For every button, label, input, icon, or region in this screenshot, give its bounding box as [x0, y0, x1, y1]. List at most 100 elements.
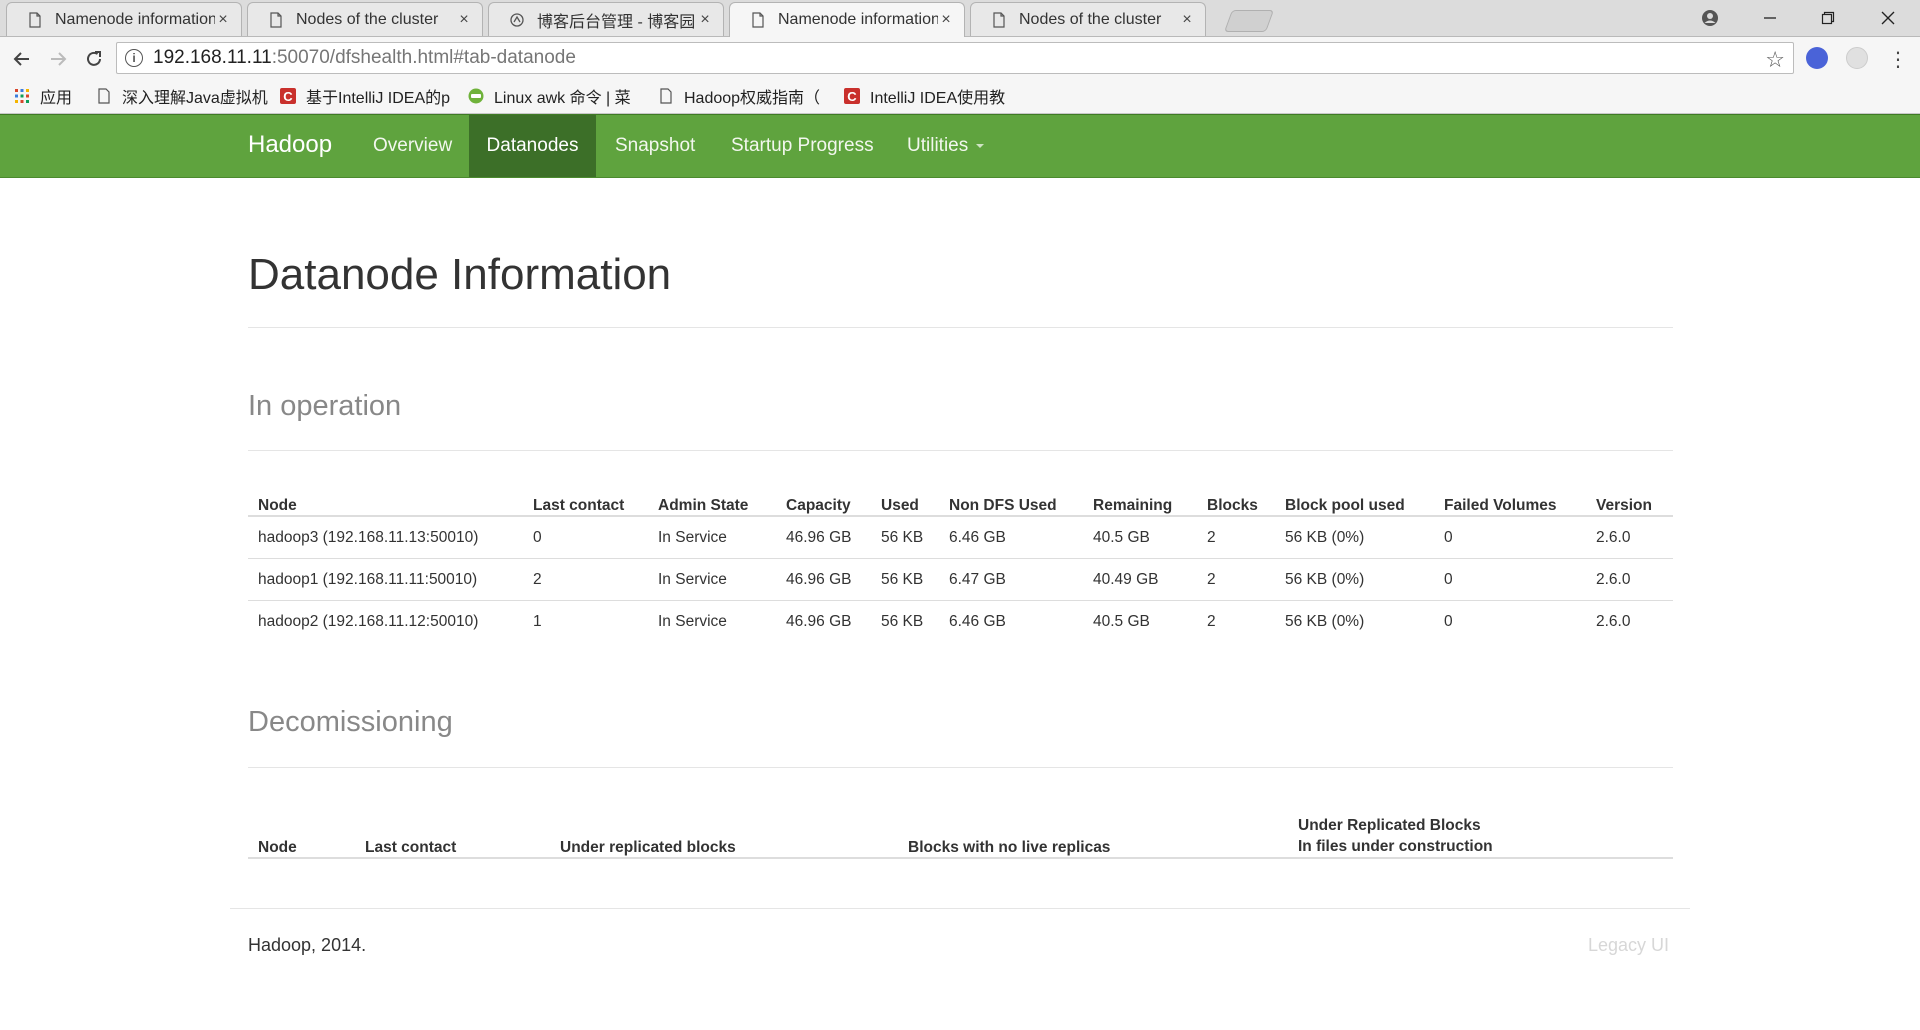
legacy-ui-link[interactable]: Legacy UI [1588, 935, 1669, 956]
forward-icon[interactable] [44, 45, 72, 73]
url-host: 192.168.11.11 [153, 47, 272, 68]
cell-used: 56 KB [871, 558, 939, 601]
page-icon [29, 11, 41, 28]
bookmark-intellij[interactable]: C 基于IntelliJ IDEA的p [280, 85, 452, 107]
column-header: Node [248, 798, 355, 859]
menu-icon[interactable]: ⋮ [1884, 45, 1912, 73]
csdn-icon: C [280, 88, 296, 104]
column-header: Blocks [1197, 480, 1275, 517]
column-header: Blocks with no live replicas [898, 798, 1288, 859]
in-operation-table: Node Last contact Admin State Capacity U… [248, 480, 1673, 642]
tab-title: Namenode information [55, 10, 215, 28]
divider [248, 327, 1673, 328]
column-header-line: In files under construction [1298, 838, 1493, 855]
cell-version: 2.6.0 [1586, 600, 1673, 642]
browser-toolbar: i 192.168.11.11:50070/dfshealth.html#tab… [0, 37, 1920, 79]
browser-tab-2[interactable]: Nodes of the cluster × [247, 2, 483, 36]
site-info-icon[interactable]: i [125, 49, 143, 67]
cell-admin-state: In Service [648, 600, 776, 642]
restore-icon[interactable] [1808, 4, 1848, 32]
nav-snapshot[interactable]: Snapshot [596, 115, 714, 177]
cell-node: hadoop2 (192.168.11.12:50010) [248, 600, 523, 642]
column-header: Last contact [523, 480, 648, 517]
tab-title: Nodes of the cluster [1019, 10, 1162, 28]
apps-grid-icon [15, 89, 29, 103]
cell-blocks: 2 [1197, 600, 1275, 642]
tab-title: 博客后台管理 - 博客园 [537, 13, 696, 31]
column-header: Node [248, 480, 523, 517]
cnblogs-icon [510, 12, 524, 27]
nav-overview[interactable]: Overview [354, 115, 471, 177]
cell-last-contact: 1 [523, 600, 648, 642]
cell-block-pool-used: 56 KB (0%) [1285, 528, 1365, 546]
browser-tab-5[interactable]: Nodes of the cluster × [970, 2, 1206, 36]
extension-icon[interactable] [1806, 47, 1828, 69]
bookmark-jvm[interactable]: 深入理解Java虚拟机 [96, 85, 276, 107]
cell-blocks: 2 [1207, 528, 1216, 546]
table-row: hadoop3 (192.168.11.13:50010) 0 In Servi… [248, 516, 1673, 559]
new-tab-button[interactable] [1223, 10, 1275, 32]
tab-close-icon[interactable]: × [697, 11, 713, 29]
nav-startup-progress[interactable]: Startup Progress [712, 115, 893, 177]
reload-icon[interactable] [80, 45, 108, 73]
tab-close-icon[interactable]: × [215, 11, 231, 29]
cell-node: hadoop3 (192.168.11.13:50010) [258, 528, 479, 546]
browser-tab-1[interactable]: Namenode information × [6, 2, 242, 36]
nav-label: Datanodes [486, 135, 579, 156]
bookmark-linux-awk[interactable]: Linux awk 命令 | 菜 [468, 85, 638, 107]
cell-last-contact: 2 [523, 558, 648, 601]
profile-icon[interactable] [1690, 4, 1730, 32]
table-row: hadoop1 (192.168.11.11:50010) 2 In Servi… [248, 558, 1673, 601]
decomissioning-table: Node Last contact Under replicated block… [248, 798, 1673, 859]
page-icon [660, 88, 672, 104]
page-icon [98, 88, 110, 104]
browser-tab-3[interactable]: 博客后台管理 - 博客园 × [488, 2, 724, 36]
cell-version: 2.6.0 [1586, 558, 1673, 601]
bookmark-star-icon[interactable]: ☆ [1765, 47, 1785, 73]
nav-label: Startup Progress [731, 135, 874, 156]
svg-text:C: C [847, 89, 857, 104]
cell-failed-volumes: 0 [1444, 528, 1453, 546]
cell-node: hadoop1 (192.168.11.11:50010) [248, 558, 523, 601]
address-bar[interactable]: i 192.168.11.11:50070/dfshealth.html#tab… [116, 42, 1794, 74]
minimize-icon[interactable] [1750, 4, 1790, 32]
csdn-icon: C [844, 88, 860, 104]
tab-title: Namenode information [778, 11, 938, 28]
bookmark-hadoop-guide[interactable]: Hadoop权威指南（ [658, 85, 828, 107]
footer-divider [230, 908, 1690, 909]
nav-datanodes[interactable]: Datanodes [469, 115, 596, 177]
bookmarks-bar: 应用 深入理解Java虚拟机 C 基于IntelliJ IDEA的p Linux… [0, 79, 1920, 114]
bookmark-apps[interactable]: 应用 [14, 85, 72, 107]
bookmark-label: 基于IntelliJ IDEA的p [306, 90, 451, 107]
close-window-icon[interactable] [1868, 4, 1908, 32]
back-icon[interactable] [8, 45, 36, 73]
column-header: Under Replicated Blocks In files under c… [1288, 798, 1673, 859]
cell-remaining: 40.5 GB [1083, 600, 1197, 642]
tab-close-icon[interactable]: × [456, 11, 472, 29]
extension-icon-2[interactable] [1846, 47, 1868, 69]
nav-label: Overview [373, 135, 453, 156]
tab-close-icon[interactable]: × [938, 11, 954, 29]
cell-capacity: 46.96 GB [776, 558, 871, 601]
cell-used: 56 KB [881, 528, 924, 546]
column-header: Under replicated blocks [550, 798, 898, 859]
tab-title: Nodes of the cluster [296, 10, 439, 28]
bookmark-label: Hadoop权威指南（ [684, 90, 821, 107]
nav-label: Snapshot [615, 135, 696, 156]
column-header: Version [1586, 480, 1673, 517]
hadoop-navbar: Hadoop Overview Datanodes Snapshot Start… [0, 114, 1920, 178]
bookmark-intellij-tutorial[interactable]: C IntelliJ IDEA使用教 [844, 85, 1014, 107]
browser-tab-4[interactable]: Namenode information × [729, 2, 965, 37]
nav-utilities[interactable]: Utilities [888, 115, 1003, 177]
tab-close-icon[interactable]: × [1179, 11, 1195, 29]
navbar-brand[interactable]: Hadoop [248, 131, 332, 159]
page-icon [270, 11, 282, 28]
bookmark-label: 应用 [40, 90, 73, 107]
footer-copyright: Hadoop, 2014. [248, 935, 367, 955]
cell-blocks: 2 [1197, 558, 1275, 601]
svg-text:C: C [283, 89, 293, 104]
column-header: Capacity [776, 480, 871, 517]
cell-remaining: 40.49 GB [1083, 558, 1197, 601]
bookmark-label: Linux awk 命令 | 菜 [494, 90, 631, 107]
column-header: Remaining [1083, 480, 1197, 517]
